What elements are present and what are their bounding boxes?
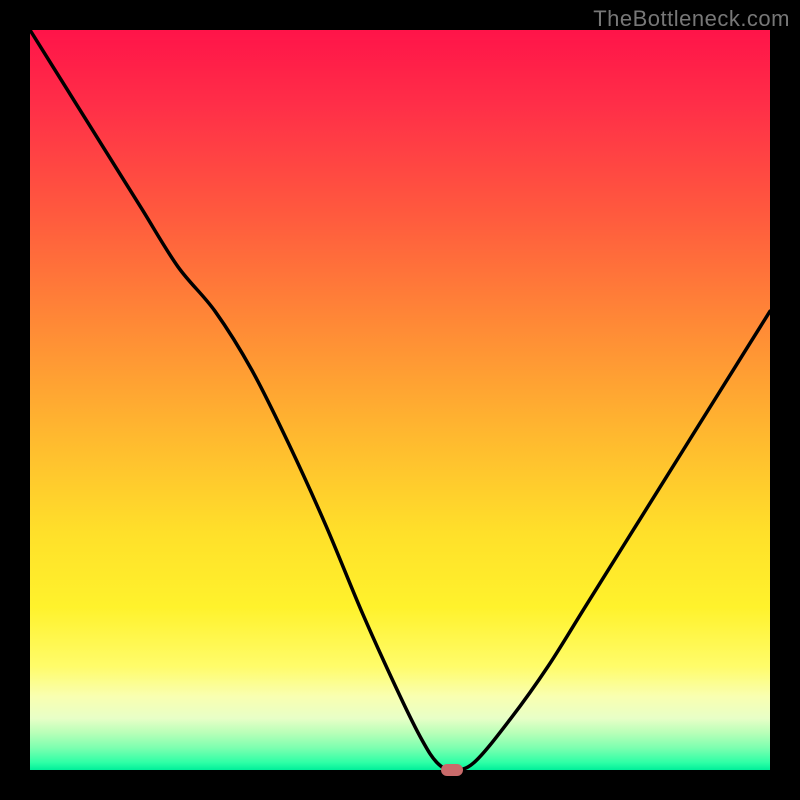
watermark-text: TheBottleneck.com (593, 6, 790, 32)
minimum-marker (441, 764, 463, 776)
bottleneck-curve (30, 30, 770, 770)
plot-area (30, 30, 770, 770)
chart-frame: TheBottleneck.com (0, 0, 800, 800)
